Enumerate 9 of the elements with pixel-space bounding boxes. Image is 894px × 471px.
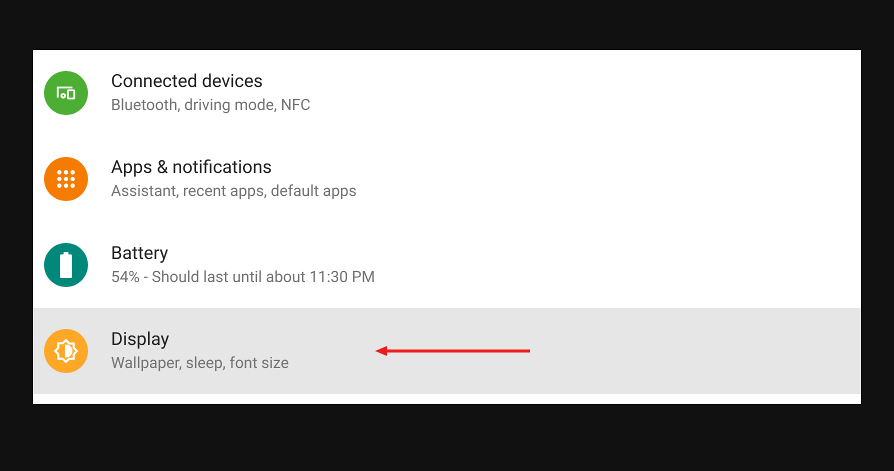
item-title: Battery xyxy=(111,242,170,266)
item-title: Display xyxy=(111,328,170,352)
item-title: Connected devices xyxy=(111,70,264,94)
item-subtitle: 54% - Should last until about 11:30 PM xyxy=(111,267,376,288)
item-subtitle: Bluetooth, driving mode, NFC xyxy=(111,95,310,116)
item-subtitle: Wallpaper, sleep, font size xyxy=(111,353,289,374)
item-subtitle: Assistant, recent apps, default apps xyxy=(111,181,357,202)
settings-item[interactable]: Display Wallpaper, sleep, font size xyxy=(33,308,861,394)
item-title: Apps & notifications xyxy=(111,156,273,180)
